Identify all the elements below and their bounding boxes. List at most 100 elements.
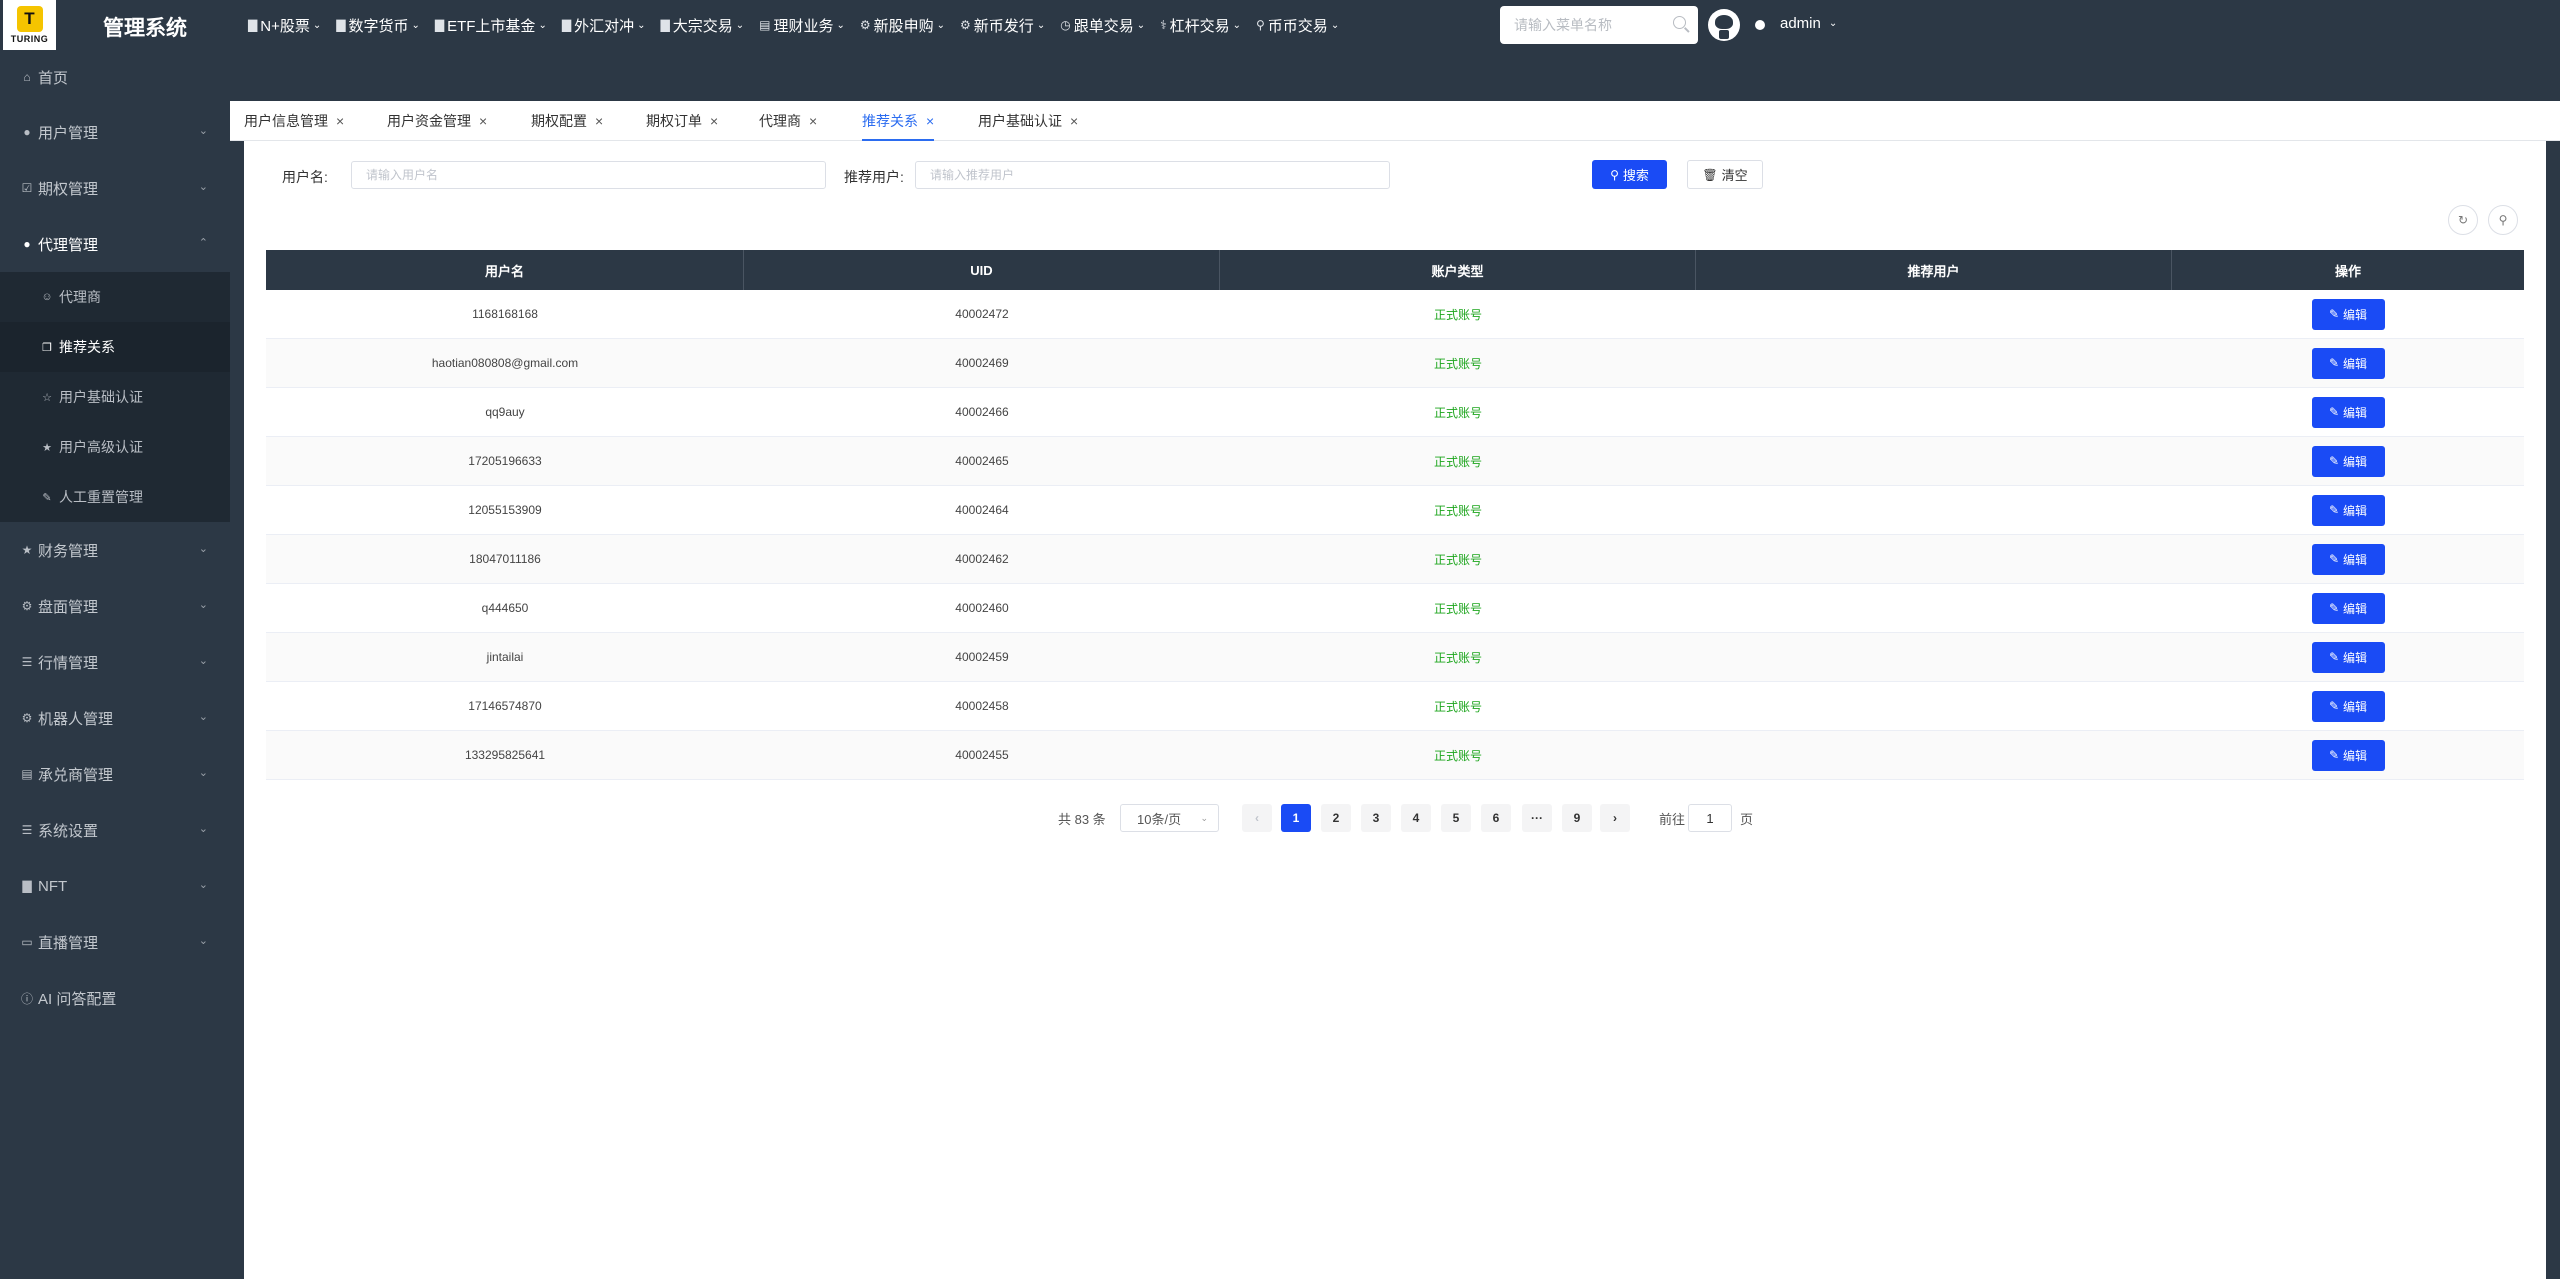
tab[interactable]: 用户信息管理 × [244, 101, 344, 141]
avatar[interactable] [1708, 9, 1740, 41]
clear-button[interactable]: 🗑 清空 [1687, 160, 1763, 189]
sidebar-subitem[interactable]: ✎ 人工重置管理 [0, 472, 230, 522]
cell-account-type: 正式账号 [1433, 601, 1482, 616]
topnav-item[interactable]: ⚙ 新币发行 ⌄ [960, 15, 1045, 36]
close-icon[interactable]: × [336, 113, 344, 129]
tab[interactable]: 用户资金管理 × [387, 101, 487, 141]
edit-button[interactable]: ✎ 编辑 [2311, 592, 2385, 624]
edit-button[interactable]: ✎ 编辑 [2311, 347, 2385, 379]
page-number-button[interactable]: 5 [1441, 804, 1471, 832]
edit-button[interactable]: ✎ 编辑 [2311, 739, 2385, 771]
chevron-down-icon: ⌄ [198, 655, 208, 667]
refresh-button[interactable]: ↻ [2448, 205, 2478, 235]
cell-actions: ✎ 编辑 [2172, 486, 2524, 534]
tab[interactable]: 期权配置 × [531, 101, 603, 141]
topnav-item[interactable]: ▇ 外汇对冲 ⌄ [562, 15, 646, 36]
page-number-button[interactable]: 9 [1562, 804, 1592, 832]
list-icon: ☰ [21, 655, 33, 669]
close-icon[interactable]: × [809, 113, 817, 129]
tab-label: 用户基础认证 [978, 113, 1062, 129]
sidebar-item[interactable]: ☑ 期权管理 ⌄ [0, 160, 230, 216]
edit-button[interactable]: ✎ 编辑 [2311, 690, 2385, 722]
topnav-item[interactable]: ⚲ 币币交易 ⌄ [1256, 15, 1339, 36]
sidebar-item-label: 财务管理 [38, 542, 99, 560]
more-pages-button[interactable]: ··· [1522, 804, 1552, 832]
sidebar-item[interactable]: ▤ 承兑商管理 ⌄ [0, 746, 230, 802]
sidebar-item[interactable]: ● 用户管理 ⌄ [0, 104, 230, 160]
cell-actions: ✎ 编辑 [2172, 633, 2524, 681]
tab[interactable]: 推荐关系 × [862, 101, 935, 141]
bar-chart-icon: ▇ [660, 18, 670, 32]
sidebar-subitem-label: 用户高级认证 [59, 439, 143, 455]
topnav-item[interactable]: ◷ 跟单交易 ⌄ [1060, 15, 1145, 36]
info-icon: ⓘ [20, 991, 33, 1006]
edit-button[interactable]: ✎ 编辑 [2311, 543, 2385, 575]
tab[interactable]: 用户基础认证 × [978, 101, 1078, 141]
tab[interactable]: 代理商 × [759, 101, 817, 141]
menu-search-input[interactable] [1514, 17, 1664, 33]
next-page-button[interactable]: › [1600, 804, 1630, 832]
page-number-button[interactable]: 3 [1361, 804, 1391, 832]
sidebar-item[interactable]: ☰ 行情管理 ⌄ [0, 634, 230, 690]
column-header: 用户名 [266, 250, 744, 290]
goto-page-input[interactable] [1688, 804, 1732, 832]
edit-button[interactable]: ✎ 编辑 [2311, 396, 2385, 428]
page-size-select[interactable]: 10条/页 ⌄ [1120, 804, 1219, 832]
search-button[interactable]: ⚲ 搜索 [1592, 160, 1667, 189]
sidebar-item[interactable]: ▭ 直播管理 ⌄ [0, 914, 230, 970]
toggle-search-button[interactable]: ⚲ [2488, 205, 2518, 235]
sidebar-item[interactable]: ☰ 系统设置 ⌄ [0, 802, 230, 858]
sidebar-subitem[interactable]: ☆ 用户基础认证 [0, 372, 230, 422]
tab[interactable]: 期权订单 × [646, 101, 718, 141]
logo-text: TURING [10, 34, 49, 44]
user-menu[interactable]: admin ⌄ [1780, 15, 1837, 32]
page-number-button[interactable]: 6 [1481, 804, 1511, 832]
sidebar-item[interactable]: ⚙ 机器人管理 ⌄ [0, 690, 230, 746]
sidebar-item[interactable]: ⓘ AI 问答配置 [0, 970, 230, 1026]
column-header: 推荐用户 [1696, 250, 2172, 290]
sidebar-item[interactable]: ⚙ 盘面管理 ⌄ [0, 578, 230, 634]
page-number-button[interactable]: 1 [1281, 804, 1311, 832]
logo[interactable]: T TURING [3, 0, 56, 50]
topnav-item[interactable]: ▇ ETF上市基金 ⌄ [435, 15, 547, 36]
trash-icon: 🗑 [1702, 167, 1718, 182]
chevron-down-icon: ⌄ [735, 19, 745, 31]
edit-button[interactable]: ✎ 编辑 [2311, 641, 2385, 673]
sidebar-item[interactable]: ▇ NFT ⌄ [0, 858, 230, 914]
referrer-filter-input[interactable] [915, 161, 1390, 189]
star-icon: ★ [21, 543, 33, 557]
sidebar-item[interactable]: ● 代理管理 ⌃ [0, 216, 230, 272]
close-icon[interactable]: × [1070, 113, 1078, 129]
page-number-button[interactable]: 2 [1321, 804, 1351, 832]
topnav-item[interactable]: ⚙ 新股申购 ⌄ [860, 15, 945, 36]
topnav-item[interactable]: ▇ 数字货币 ⌄ [336, 15, 420, 36]
search-icon[interactable] [1673, 16, 1686, 29]
sidebar-subitem[interactable]: ★ 用户高级认证 [0, 422, 230, 472]
close-icon[interactable]: × [479, 113, 487, 129]
username-filter-input[interactable] [351, 161, 826, 189]
page-number-button[interactable]: 4 [1401, 804, 1431, 832]
topnav-item[interactable]: ▇ N+股票 ⌄ [248, 15, 321, 36]
topnav-item[interactable]: ▇ 大宗交易 ⌄ [660, 15, 744, 36]
edit-button[interactable]: ✎ 编辑 [2311, 445, 2385, 477]
close-icon[interactable]: × [710, 113, 718, 129]
edit-button[interactable]: ✎ 编辑 [2311, 298, 2385, 330]
topnav-item[interactable]: ⚕ 杠杆交易 ⌄ [1160, 15, 1241, 36]
topnav-item[interactable]: ▤ 理财业务 ⌄ [759, 15, 845, 36]
page-suffix: 页 [1740, 811, 1754, 827]
edit-icon: ✎ [2328, 601, 2340, 615]
cell-referrer [1696, 486, 2172, 534]
sidebar-subitem[interactable]: ❐ 推荐关系 [0, 322, 230, 372]
chevron-left-icon: ‹ [1255, 811, 1259, 825]
cell-actions: ✎ 编辑 [2172, 584, 2524, 632]
close-icon[interactable]: × [595, 113, 603, 129]
cell-referrer [1696, 437, 2172, 485]
sidebar-subitem[interactable]: ☺ 代理商 [0, 272, 230, 322]
sidebar-item[interactable]: ★ 财务管理 ⌄ [0, 522, 230, 578]
prev-page-button[interactable]: ‹ [1242, 804, 1272, 832]
sidebar-item-label: 首页 [38, 69, 69, 87]
edit-button[interactable]: ✎ 编辑 [2311, 494, 2385, 526]
sidebar-item-home[interactable]: ⌂ 首页 [0, 50, 230, 104]
column-header: 账户类型 [1220, 250, 1696, 290]
close-icon[interactable]: × [926, 113, 934, 129]
